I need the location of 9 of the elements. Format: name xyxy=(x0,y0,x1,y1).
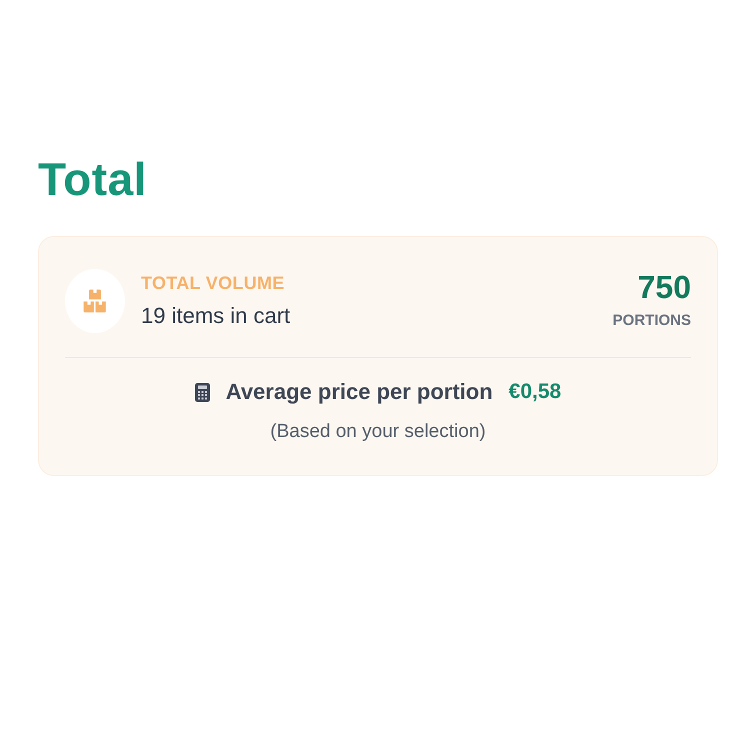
portions-count: 750 xyxy=(636,269,691,305)
items-count-text: 19 items in cart xyxy=(141,302,292,330)
volume-label: TOTAL VOLUME xyxy=(141,272,286,294)
calculator-icon xyxy=(194,382,210,402)
page-title: Total xyxy=(38,152,148,207)
average-price-value: €0,58 xyxy=(508,379,562,405)
selection-note: (Based on your selection) xyxy=(270,420,486,444)
average-price-label: Average price per portion xyxy=(226,378,493,406)
portions-label: PORTIONS xyxy=(612,311,691,331)
